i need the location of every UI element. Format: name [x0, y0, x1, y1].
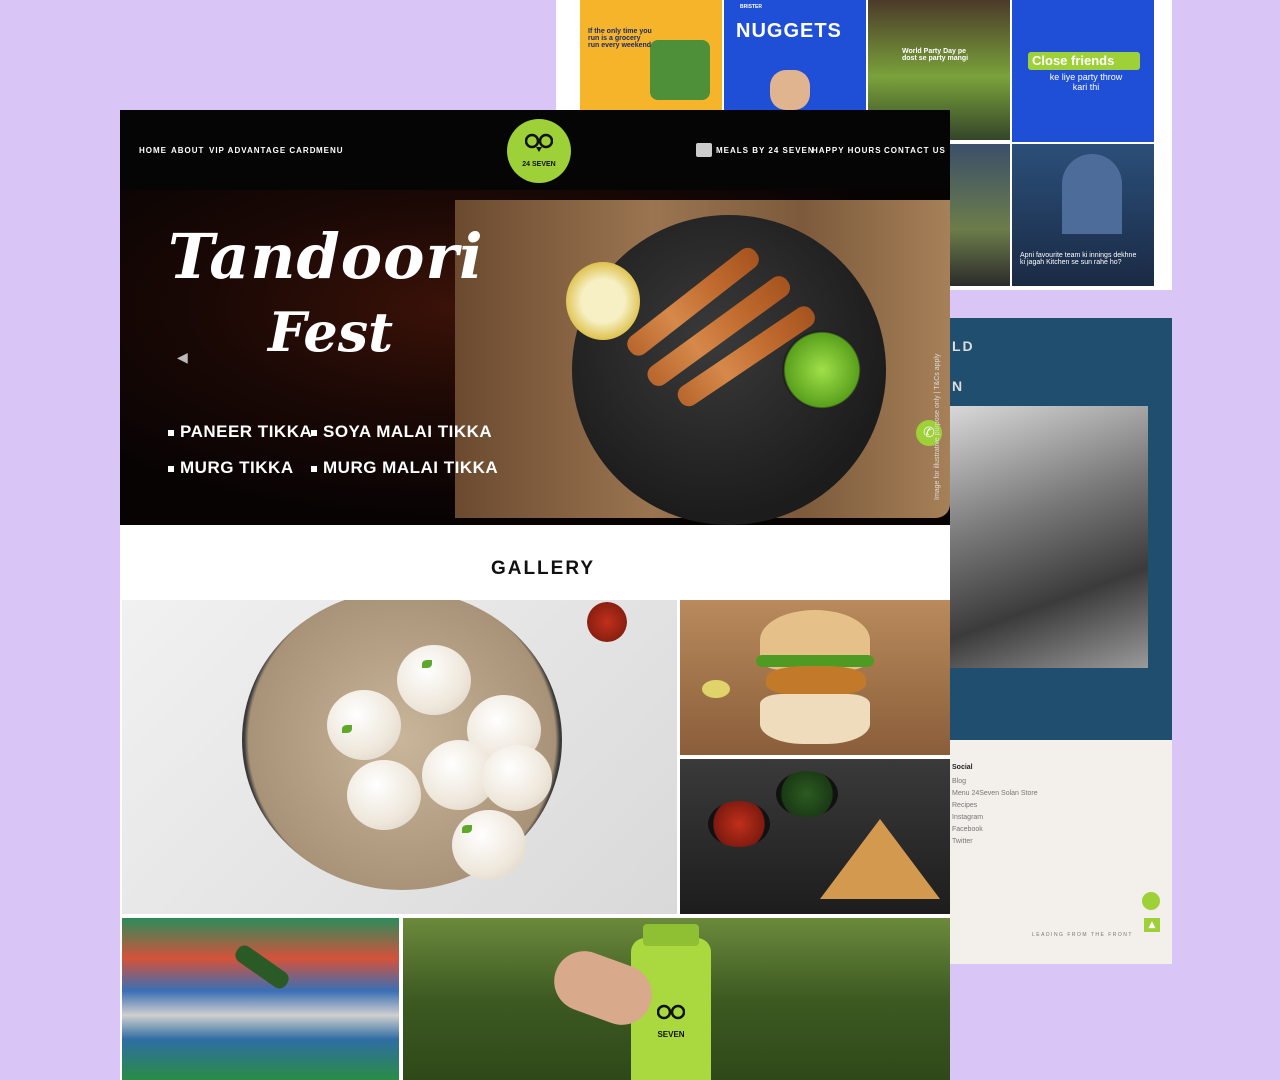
instagram-tile-close-friends[interactable]: Close friends ke liye party throw kari t…	[1012, 0, 1154, 142]
hero-menu-item-label: SOYA MALAI TIKKA	[323, 422, 493, 441]
footer-panel: Social Blog Menu 24Seven Solan Store Rec…	[948, 740, 1172, 964]
instagram-tile-close-friends-text: ke liye party throw kari thi	[1049, 72, 1123, 92]
hero-menu-item: MURG TIKKA	[168, 458, 294, 478]
about-heading-2: N	[952, 378, 965, 394]
footer-link[interactable]: Instagram	[952, 814, 983, 821]
carousel-prev-icon[interactable]: ◀	[177, 350, 188, 366]
navbar: HOME ABOUT VIP ADVANTAGE CARD MENU 24 SE…	[120, 110, 950, 190]
bullet-icon	[168, 465, 174, 472]
owl-eyes-icon	[657, 1004, 685, 1020]
bullet-icon	[311, 465, 317, 472]
footer-link[interactable]: Facebook	[952, 826, 983, 833]
brand-logo[interactable]: 24 SEVEN	[507, 119, 571, 183]
bullet-icon	[168, 429, 174, 436]
gallery-image-vada-pav[interactable]	[680, 600, 950, 755]
meals-icon	[696, 143, 712, 157]
instagram-tile-grocery[interactable]: If the only time you run is a grocery ru…	[580, 0, 722, 110]
instagram-tile-nuggets[interactable]: BRISTER NUGGETS	[724, 0, 866, 110]
gallery-image-samosa[interactable]	[680, 759, 950, 914]
instagram-tile-party-text: World Party Day pe dost se party mangi	[902, 48, 969, 62]
herb-leaf	[462, 825, 472, 833]
website-main: HOME ABOUT VIP ADVANTAGE CARD MENU 24 SE…	[120, 110, 950, 1080]
hero-menu-item: MURG MALAI TIKKA	[311, 458, 498, 478]
footer-link[interactable]: Recipes	[952, 802, 977, 809]
hero-title-line2: Fest	[268, 300, 394, 364]
whatsapp-icon[interactable]	[1142, 892, 1160, 910]
bottle-label: SEVEN	[657, 1030, 685, 1039]
hero-menu-item-label: MURG MALAI TIKKA	[323, 458, 499, 477]
footer-social-title: Social	[952, 764, 973, 771]
about-panel: LD N Social Blog Menu 24Seven Solan Stor…	[948, 318, 1172, 964]
nav-about[interactable]: ABOUT	[171, 146, 204, 155]
instagram-tile-grocery-text: If the only time you run is a grocery ru…	[588, 28, 652, 49]
bullet-icon	[311, 429, 317, 436]
instagram-tile-kitchen[interactable]: Apni favourite team ki innings dekhne ki…	[1012, 144, 1154, 286]
footer-link[interactable]: Menu 24Seven Solan Store	[952, 790, 1038, 797]
green-chutney-bowl	[782, 330, 862, 410]
scroll-up-icon[interactable]: ▲	[1144, 918, 1160, 932]
nav-meals[interactable]: MEALS BY 24 SEVEN	[716, 146, 815, 155]
lemon-slice	[566, 262, 640, 340]
nav-home[interactable]: HOME	[139, 146, 167, 155]
brand-name: 24 SEVEN	[522, 161, 556, 168]
bao-bun	[347, 760, 421, 830]
instagram-tile-nuggets-text: NUGGETS	[736, 20, 842, 42]
team-photo	[948, 406, 1148, 668]
hero-disclaimer: Image for illustrative purpose only | T&…	[934, 353, 941, 500]
instagram-tile-nuggets-label: BRISTER	[740, 4, 762, 10]
gallery-image-beverages[interactable]	[122, 918, 399, 1080]
nav-vip-advantage-card[interactable]: VIP ADVANTAGE CARD	[209, 146, 317, 155]
hero-menu-item: SOYA MALAI TIKKA	[311, 422, 492, 442]
gallery-title: GALLERY	[490, 558, 596, 579]
owl-eyes-icon	[525, 133, 553, 152]
herb-leaf	[342, 725, 352, 733]
hero-menu-item-label: PANEER TIKKA	[180, 422, 313, 441]
about-heading-1: LD	[952, 338, 975, 354]
footer-tagline: LEADING FROM THE FRONT	[1032, 932, 1133, 938]
footer-link[interactable]: Blog	[952, 778, 966, 785]
gallery-image-juice-bottle[interactable]: SEVEN	[403, 918, 950, 1080]
hero-title-line1: Tandoori	[168, 220, 484, 293]
herb-leaf	[422, 660, 432, 668]
footer-link[interactable]: Twitter	[952, 838, 973, 845]
hero-menu-item: PANEER TIKKA	[168, 422, 312, 442]
bao-bun	[452, 810, 526, 880]
nav-happy-hours[interactable]: HAPPY HOURS	[812, 146, 882, 155]
nav-menu[interactable]: MENU	[316, 146, 344, 155]
gallery-image-bao[interactable]	[122, 600, 677, 914]
hero-banner: Tandoori Fest PANEER TIKKA SOYA MALAI TI…	[120, 190, 950, 525]
nav-contact-us[interactable]: CONTACT US	[884, 146, 946, 155]
instagram-tile-kitchen-text: Apni favourite team ki innings dekhne ki…	[1020, 252, 1137, 266]
bao-bun	[327, 690, 401, 760]
bao-bun	[482, 745, 552, 811]
sauce-bowl	[587, 602, 627, 642]
hero-menu-item-label: MURG TIKKA	[180, 458, 294, 477]
bao-bun	[397, 645, 471, 715]
instagram-tile-close-friends-title: Close friends	[1032, 53, 1115, 68]
